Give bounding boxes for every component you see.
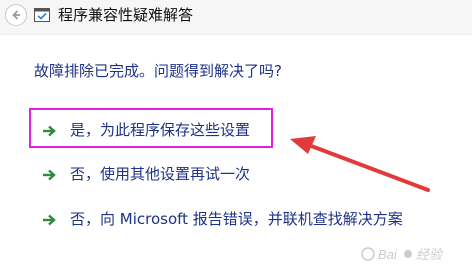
- green-arrow-icon: [43, 169, 56, 181]
- highlight-box: [29, 108, 273, 148]
- svg-text:经验: 经验: [416, 247, 444, 262]
- green-arrow-icon: [43, 214, 56, 226]
- option-label: 否，向 Microsoft 报告错误，并联机查找解决方案: [70, 210, 403, 228]
- option-label: 否，使用其他设置再试一次: [70, 165, 251, 183]
- back-button[interactable]: [5, 4, 27, 26]
- result-question: 故障排除已完成。问题得到解决了吗?: [34, 62, 282, 80]
- svg-text:Bai: Bai: [378, 247, 398, 262]
- window-title: 程序兼容性疑难解答: [58, 6, 194, 24]
- watermark: Bai 经验: [360, 244, 468, 270]
- watermark-logo-icon: Bai 经验: [361, 247, 444, 262]
- title-divider: [0, 34, 472, 35]
- back-arrow-icon: [12, 10, 20, 20]
- compatibility-app-icon: [34, 8, 50, 22]
- title-bar: 程序兼容性疑难解答: [0, 0, 472, 34]
